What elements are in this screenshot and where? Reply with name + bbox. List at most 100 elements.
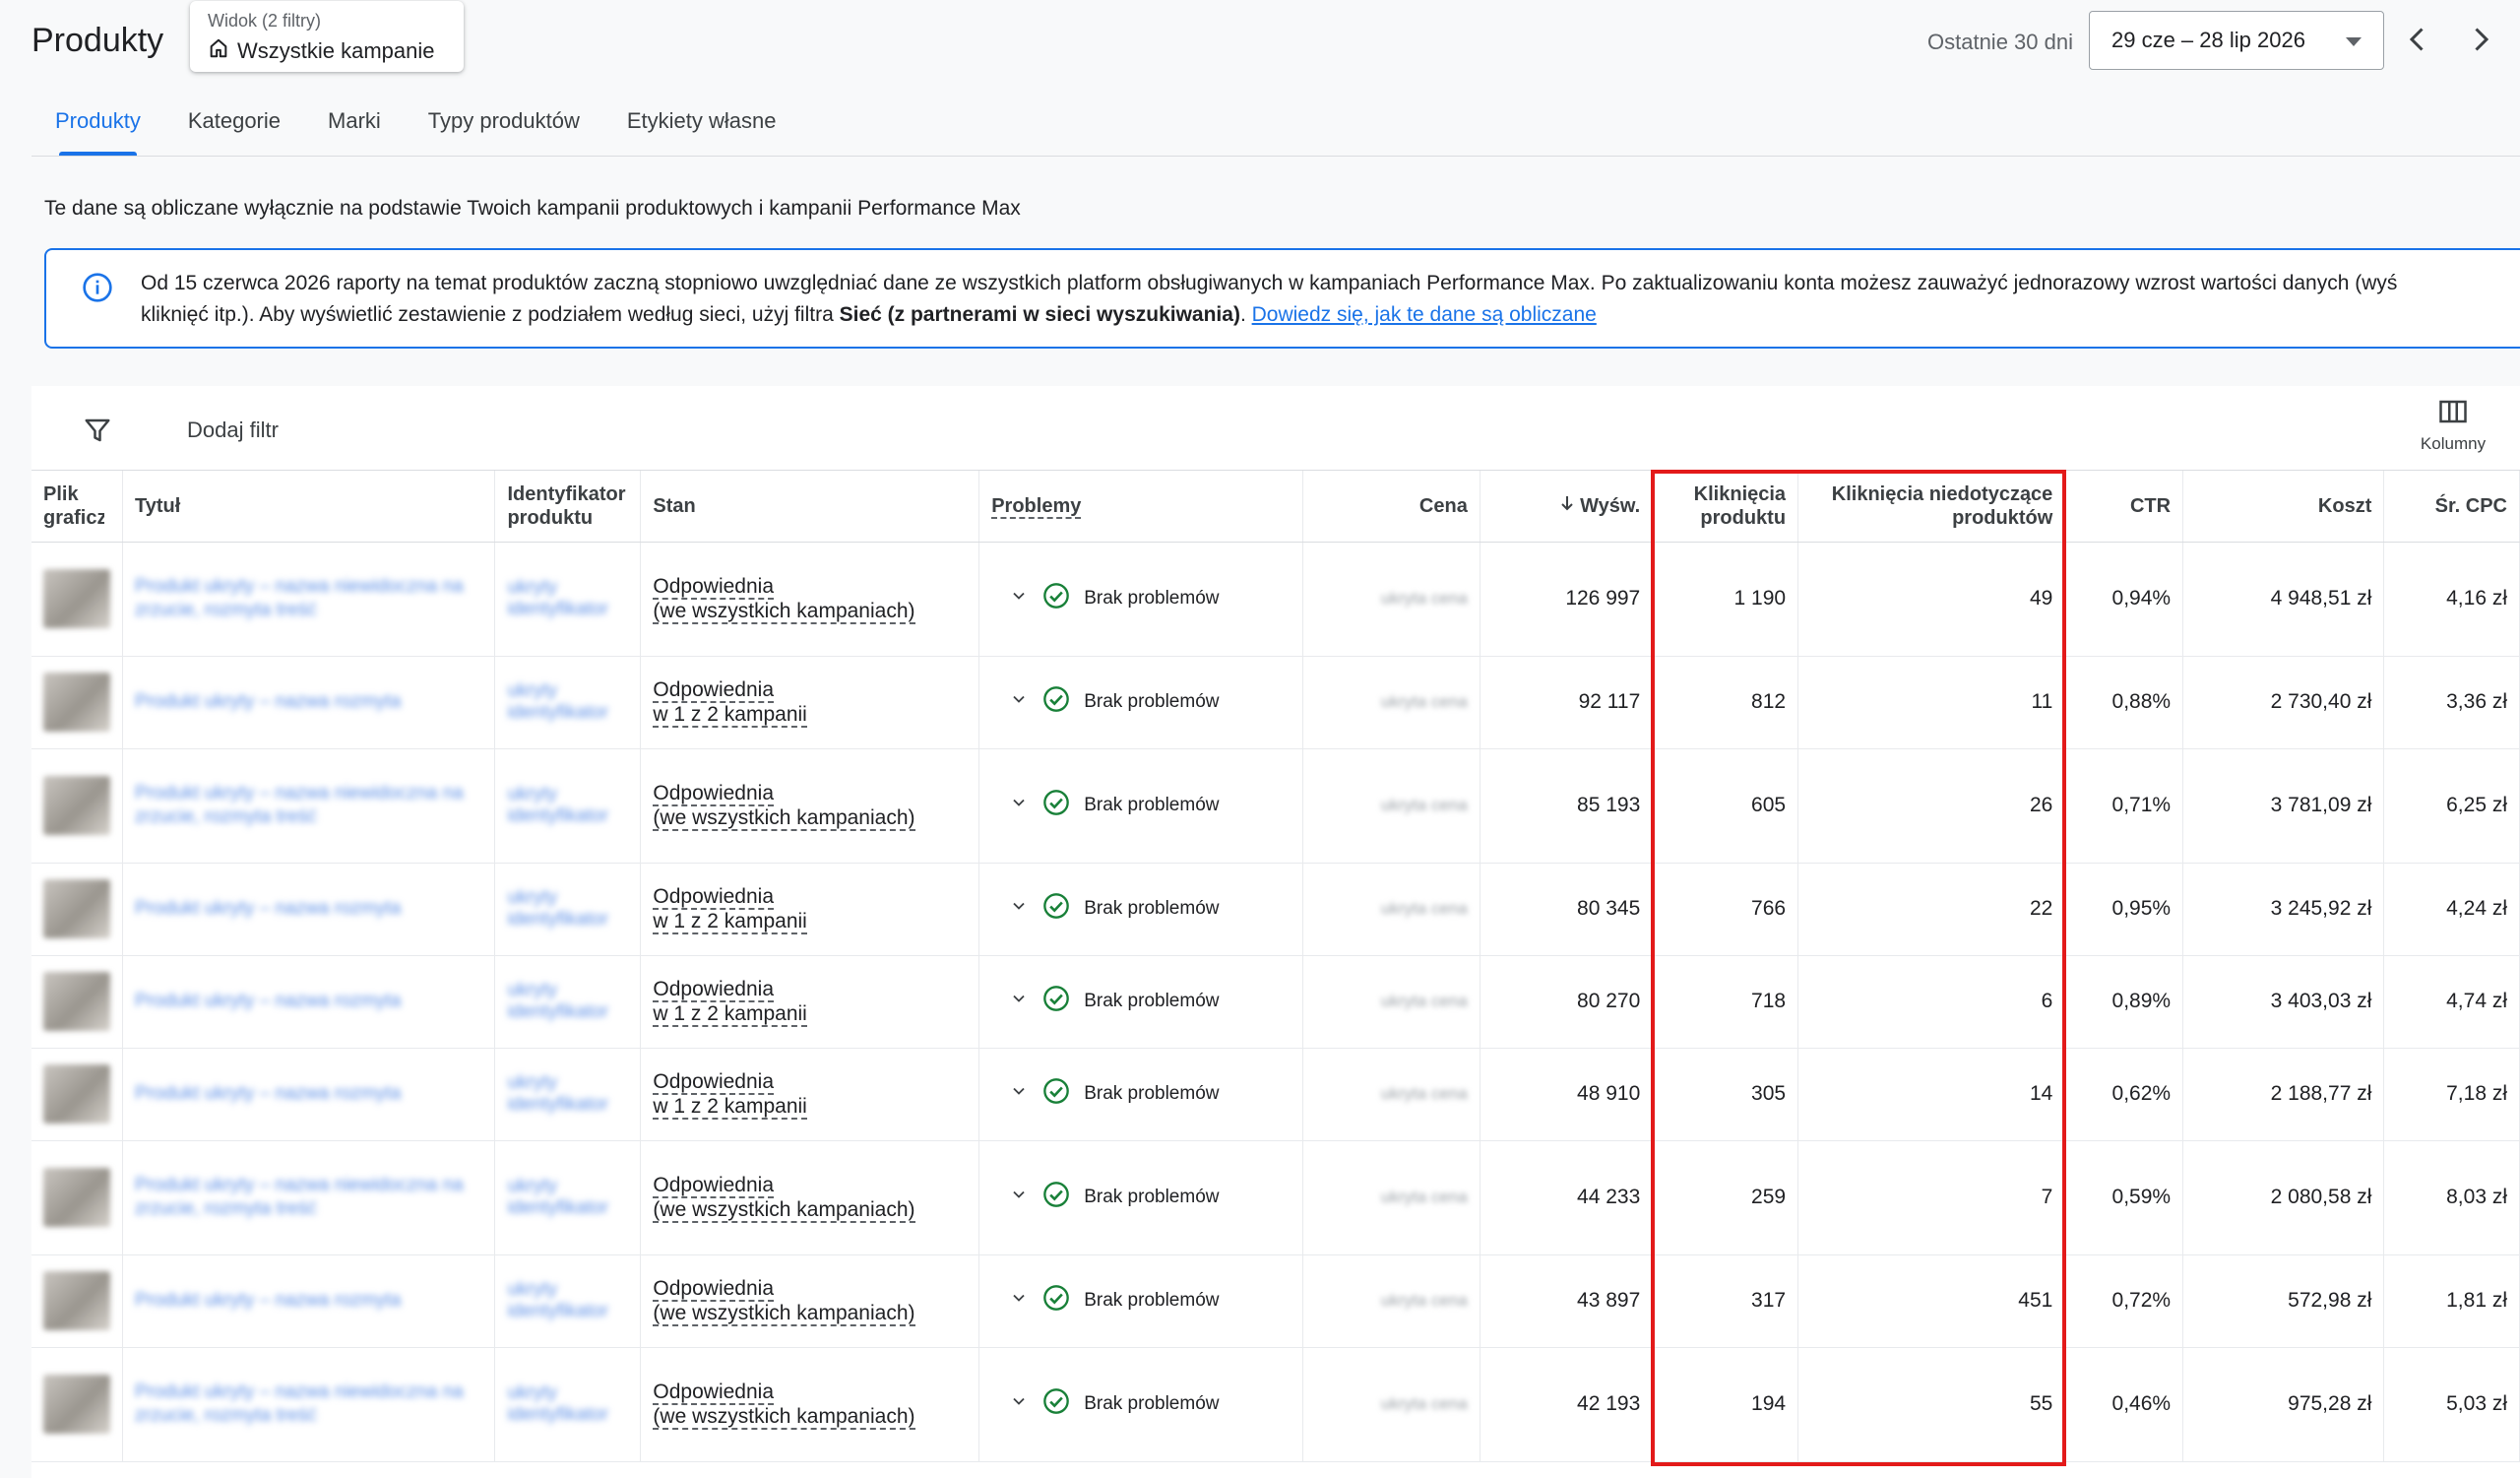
product-title-link[interactable]: Produkt ukryty – nazwa niewidoczna na zr… — [135, 575, 482, 622]
chevron-left-icon — [2409, 28, 2424, 51]
col-header-avg-cpc[interactable]: Śr. CPC — [2383, 471, 2520, 543]
product-id-link[interactable]: ukryty identyfikator — [507, 577, 628, 620]
status-text[interactable]: Odpowiednia (we wszystkich kampaniach) — [653, 1173, 967, 1223]
ctr-cell: 0,94% — [2064, 542, 2184, 657]
ctr-cell: 0,95% — [2064, 863, 2184, 956]
table-row[interactable]: Produkt ukryty – nazwa niewidoczna na zr… — [32, 748, 2520, 864]
avg-cpc-cell: 5,03 zł — [2383, 1347, 2520, 1462]
product-id-link[interactable]: ukryty identyfikator — [507, 980, 628, 1023]
table-row[interactable]: Produkt ukryty – nazwa rozmyta ukryty ide… — [32, 656, 2520, 749]
col-header-non-product-clicks[interactable]: Kliknięcia niedotyczące produktów — [1797, 471, 2066, 543]
non-product-clicks-cell: 11 — [1797, 656, 2066, 749]
product-image-cell — [32, 542, 123, 657]
product-title-link[interactable]: Produkt ukryty – nazwa niewidoczna na zr… — [135, 1381, 482, 1428]
chevron-down-icon[interactable] — [1009, 1185, 1029, 1210]
chevron-down-icon[interactable] — [1009, 689, 1029, 715]
chevron-down-icon[interactable] — [1009, 1391, 1029, 1417]
price-value: ukryta cena — [1380, 796, 1468, 814]
status-text[interactable]: Odpowiednia w 1 z 2 kampanii — [653, 1069, 967, 1120]
col-header-title[interactable]: Tytuł — [122, 471, 496, 543]
table-row[interactable]: Produkt ukryty – nazwa rozmyta ukryty ide… — [32, 863, 2520, 956]
col-header-issues[interactable]: Problemy — [978, 471, 1304, 543]
product-title-cell: Produkt ukryty – nazwa niewidoczna na zr… — [122, 1347, 496, 1462]
cost-cell: 572,98 zł — [2182, 1254, 2385, 1348]
tab-kategorie[interactable]: Kategorie — [164, 89, 304, 156]
chevron-down-icon[interactable] — [1009, 989, 1029, 1014]
tab-produkty[interactable]: Produkty — [32, 89, 164, 156]
price-cell: ukryta cena — [1302, 748, 1480, 864]
date-range-picker[interactable]: 29 cze – 28 lip 2026 — [2089, 11, 2384, 70]
product-id-cell: ukryty identyfikator — [494, 748, 642, 864]
chevron-down-icon[interactable] — [1009, 896, 1029, 922]
cost-cell: 4 948,51 zł — [2182, 542, 2385, 657]
price-value: ukryta cena — [1380, 589, 1468, 608]
price-cell: ukryta cena — [1302, 1048, 1480, 1141]
columns-button[interactable]: Kolumny — [2404, 398, 2502, 454]
col-header-image[interactable]: Plik graficzny — [32, 471, 123, 543]
product-id-link[interactable]: ukryty identyfikator — [507, 1382, 628, 1426]
col-header-product-clicks[interactable]: Kliknięcia produktu — [1652, 471, 1799, 543]
table-row[interactable]: Produkt ukryty – nazwa niewidoczna na zr… — [32, 1347, 2520, 1462]
avg-cpc-cell: 6,25 zł — [2383, 748, 2520, 864]
view-selector-chip[interactable]: Widok (2 filtry) Wszystkie kampanie — [190, 1, 464, 72]
col-header-price[interactable]: Cena — [1302, 471, 1480, 543]
col-header-impressions[interactable]: Wyśw. — [1480, 471, 1654, 543]
product-image-cell — [32, 1347, 123, 1462]
product-id-link[interactable]: ukryty identyfikator — [507, 680, 628, 724]
col-header-id[interactable]: Identyfikator produktu — [494, 471, 642, 543]
cost-cell: 3 781,09 zł — [2182, 748, 2385, 864]
product-id-link[interactable]: ukryty identyfikator — [507, 1072, 628, 1116]
table-row[interactable]: Produkt ukryty – nazwa rozmyta ukryty ide… — [32, 1048, 2520, 1141]
table-row[interactable]: Produkt ukryty – nazwa rozmyta ukryty ide… — [32, 1254, 2520, 1348]
chevron-down-icon[interactable] — [1009, 1081, 1029, 1107]
product-id-cell: ukryty identyfikator — [494, 863, 642, 956]
next-period-button[interactable] — [2463, 22, 2498, 57]
col-header-status[interactable]: Stan — [640, 471, 980, 543]
chevron-down-icon[interactable] — [1009, 1288, 1029, 1314]
add-filter-button[interactable]: Dodaj filtr — [187, 418, 279, 443]
status-text[interactable]: Odpowiednia w 1 z 2 kampanii — [653, 677, 967, 728]
col-header-cost[interactable]: Koszt — [2182, 471, 2385, 543]
product-id-link[interactable]: ukryty identyfikator — [507, 1176, 628, 1219]
price-cell: ukryta cena — [1302, 656, 1480, 749]
tab-marki[interactable]: Marki — [304, 89, 405, 156]
tab-typy-produktow[interactable]: Typy produktów — [405, 89, 603, 156]
product-clicks-cell: 766 — [1652, 863, 1799, 956]
product-id-link[interactable]: ukryty identyfikator — [507, 887, 628, 931]
product-title-link[interactable]: Produkt ukryty – nazwa rozmyta — [135, 1289, 482, 1313]
product-thumbnail — [43, 673, 110, 732]
cost-cell: 2 188,77 zł — [2182, 1048, 2385, 1141]
chevron-down-icon[interactable] — [1009, 586, 1029, 611]
learn-more-link[interactable]: Dowiedz się, jak te dane są obliczane — [1252, 303, 1597, 326]
status-text[interactable]: Odpowiednia (we wszystkich kampaniach) — [653, 1380, 967, 1430]
product-id-cell: ukryty identyfikator — [494, 656, 642, 749]
check-circle-icon — [1042, 685, 1070, 719]
product-title-link[interactable]: Produkt ukryty – nazwa niewidoczna na zr… — [135, 782, 482, 829]
status-text[interactable]: Odpowiednia (we wszystkich kampaniach) — [653, 1276, 967, 1326]
product-title-link[interactable]: Produkt ukryty – nazwa niewidoczna na zr… — [135, 1174, 482, 1221]
previous-period-button[interactable] — [2400, 22, 2435, 57]
product-id-link[interactable]: ukryty identyfikator — [507, 1279, 628, 1322]
issues-cell: Brak problemów — [978, 656, 1304, 749]
status-text[interactable]: Odpowiednia (we wszystkich kampaniach) — [653, 574, 967, 624]
product-clicks-cell: 718 — [1652, 955, 1799, 1049]
tab-etykiety-wlasne[interactable]: Etykiety własne — [603, 89, 800, 156]
avg-cpc-cell: 4,16 zł — [2383, 542, 2520, 657]
filter-icon[interactable] — [83, 416, 112, 450]
table-row[interactable]: Produkt ukryty – nazwa niewidoczna na zr… — [32, 542, 2520, 657]
chevron-down-icon[interactable] — [1009, 793, 1029, 818]
status-text[interactable]: Odpowiednia w 1 z 2 kampanii — [653, 884, 967, 934]
status-text[interactable]: Odpowiednia (we wszystkich kampaniach) — [653, 781, 967, 831]
product-title-link[interactable]: Produkt ukryty – nazwa rozmyta — [135, 990, 482, 1013]
table-row[interactable]: Produkt ukryty – nazwa rozmyta ukryty ide… — [32, 955, 2520, 1049]
product-id-link[interactable]: ukryty identyfikator — [507, 784, 628, 827]
product-title-link[interactable]: Produkt ukryty – nazwa rozmyta — [135, 1082, 482, 1106]
product-image-cell — [32, 863, 123, 956]
product-title-link[interactable]: Produkt ukryty – nazwa rozmyta — [135, 690, 482, 714]
product-image-cell — [32, 1140, 123, 1255]
product-title-link[interactable]: Produkt ukryty – nazwa rozmyta — [135, 897, 482, 921]
ctr-cell: 0,88% — [2064, 656, 2184, 749]
status-text[interactable]: Odpowiednia w 1 z 2 kampanii — [653, 977, 967, 1027]
table-row[interactable]: Produkt ukryty – nazwa niewidoczna na zr… — [32, 1140, 2520, 1255]
col-header-ctr[interactable]: CTR — [2064, 471, 2184, 543]
